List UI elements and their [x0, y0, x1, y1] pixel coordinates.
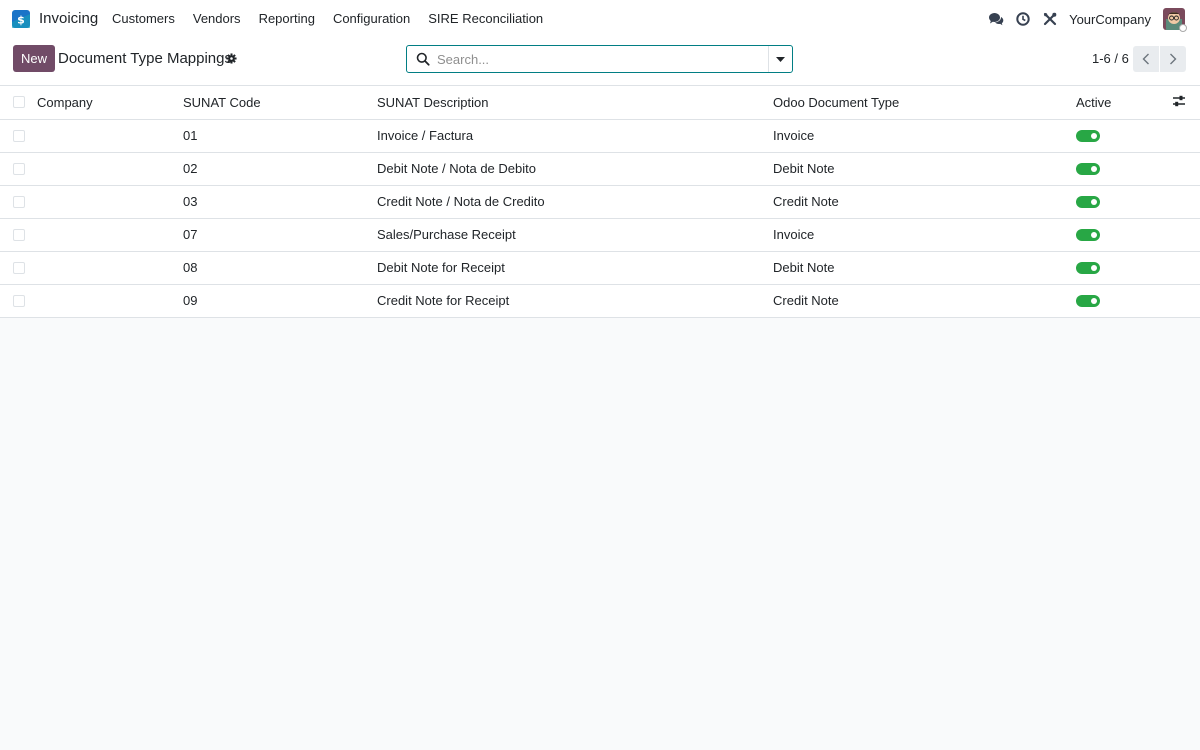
search-options-toggle[interactable] [768, 46, 792, 72]
active-toggle[interactable] [1076, 195, 1100, 208]
search-icon [416, 52, 430, 66]
presence-indicator [1179, 24, 1187, 32]
column-header-sunat-code[interactable]: SUNAT Code [183, 86, 377, 120]
cell-sunat-code: 02 [183, 152, 377, 186]
cell-sunat-code: 03 [183, 185, 377, 219]
cell-sunat-description: Credit Note for Receipt [377, 284, 773, 318]
cell-odoo-document-type: Invoice [773, 218, 1076, 252]
menu-vendors[interactable]: Vendors [184, 0, 250, 38]
chat-icon[interactable] [988, 11, 1004, 27]
active-toggle[interactable] [1076, 162, 1100, 175]
table-header-row: Company SUNAT Code SUNAT Description Odo… [0, 86, 1200, 120]
company-switcher[interactable]: YourCompany [1069, 12, 1151, 27]
chevron-left-icon [1142, 53, 1149, 65]
active-toggle[interactable] [1076, 228, 1100, 241]
table-row[interactable]: 03 Credit Note / Nota de Credito Credit … [0, 185, 1200, 219]
cell-company [37, 152, 183, 186]
menu-customers[interactable]: Customers [103, 0, 184, 38]
optional-columns-icon[interactable] [1172, 94, 1186, 108]
active-toggle[interactable] [1076, 261, 1100, 274]
table-row[interactable]: 01 Invoice / Factura Invoice [0, 119, 1200, 153]
pager-previous-button[interactable] [1133, 46, 1159, 72]
caret-down-icon [776, 56, 785, 62]
pager-value[interactable]: 1-6 / 6 [1092, 51, 1129, 66]
cell-company [37, 119, 183, 153]
new-button[interactable]: New [13, 45, 55, 72]
cell-company [37, 251, 183, 285]
cell-company [37, 284, 183, 318]
pager-next-button[interactable] [1160, 46, 1186, 72]
menu-configuration[interactable]: Configuration [324, 0, 419, 38]
cell-sunat-description: Invoice / Factura [377, 119, 773, 153]
cell-odoo-document-type: Invoice [773, 119, 1076, 153]
row-checkbox[interactable] [13, 228, 25, 241]
search-input[interactable] [437, 51, 768, 67]
column-header-active[interactable]: Active [1076, 86, 1172, 120]
cell-sunat-description: Debit Note for Receipt [377, 251, 773, 285]
cell-sunat-code: 09 [183, 284, 377, 318]
table-row[interactable]: 09 Credit Note for Receipt Credit Note [0, 284, 1200, 318]
active-toggle[interactable] [1076, 294, 1100, 307]
table-row[interactable]: 08 Debit Note for Receipt Debit Note [0, 251, 1200, 285]
column-header-sunat-description[interactable]: SUNAT Description [377, 86, 773, 120]
clock-icon[interactable] [1015, 11, 1031, 27]
app-name[interactable]: Invoicing [39, 10, 98, 27]
cell-odoo-document-type: Credit Note [773, 284, 1076, 318]
row-checkbox[interactable] [13, 129, 25, 142]
row-checkbox[interactable] [13, 195, 25, 208]
cell-odoo-document-type: Credit Note [773, 185, 1076, 219]
cell-odoo-document-type: Debit Note [773, 152, 1076, 186]
active-toggle[interactable] [1076, 129, 1100, 142]
navbar-systray: YourCompany [988, 0, 1200, 38]
column-header-odoo-document-type[interactable]: Odoo Document Type [773, 86, 1076, 120]
svg-text:$: $ [17, 14, 25, 27]
menu-sire-reconciliation[interactable]: SIRE Reconciliation [419, 0, 552, 38]
table-row[interactable]: 07 Sales/Purchase Receipt Invoice [0, 218, 1200, 252]
tools-icon[interactable] [1042, 11, 1058, 27]
search-box [406, 45, 793, 73]
user-avatar[interactable] [1163, 8, 1187, 32]
control-panel: New Document Type Mappings 1-6 / 6 [0, 38, 1200, 86]
row-checkbox[interactable] [13, 294, 25, 307]
table-row[interactable]: 02 Debit Note / Nota de Debito Debit Not… [0, 152, 1200, 186]
invoicing-app-icon[interactable]: $ [12, 10, 30, 28]
cell-sunat-code: 07 [183, 218, 377, 252]
menu-reporting[interactable]: Reporting [250, 0, 324, 38]
cell-sunat-description: Sales/Purchase Receipt [377, 218, 773, 252]
cell-odoo-document-type: Debit Note [773, 251, 1076, 285]
cell-sunat-description: Debit Note / Nota de Debito [377, 152, 773, 186]
main-menu: Customers Vendors Reporting Configuratio… [103, 0, 552, 38]
column-header-company[interactable]: Company [37, 86, 183, 120]
cell-sunat-code: 08 [183, 251, 377, 285]
cell-company [37, 185, 183, 219]
cell-sunat-description: Credit Note / Nota de Credito [377, 185, 773, 219]
chevron-right-icon [1170, 53, 1177, 65]
cell-sunat-code: 01 [183, 119, 377, 153]
row-checkbox[interactable] [13, 162, 25, 175]
page-title: Document Type Mappings [58, 50, 232, 67]
gear-icon[interactable] [226, 53, 237, 64]
select-all-checkbox[interactable] [13, 96, 25, 109]
top-navbar: $ Invoicing Customers Vendors Reporting … [0, 0, 1200, 38]
document-type-mappings-table: Company SUNAT Code SUNAT Description Odo… [0, 86, 1200, 318]
row-checkbox[interactable] [13, 261, 25, 274]
cell-company [37, 218, 183, 252]
